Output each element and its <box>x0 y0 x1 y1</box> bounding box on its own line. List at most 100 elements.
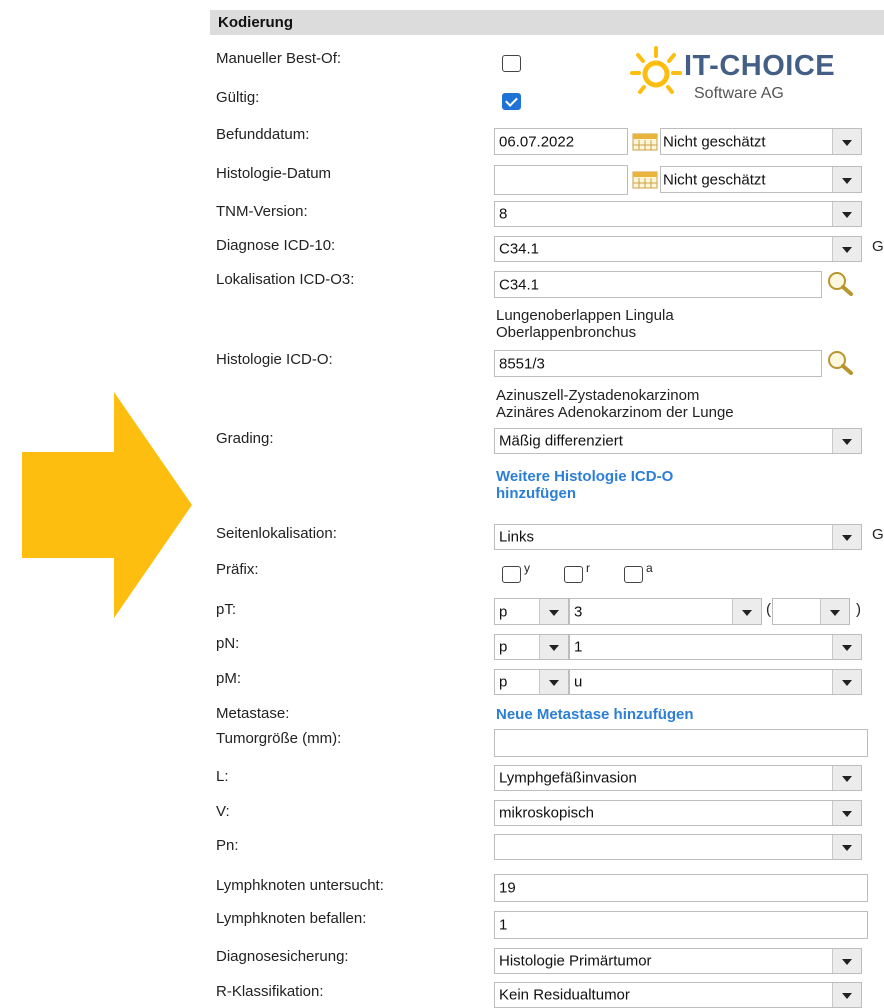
r-klassifikation-select[interactable]: Kein Residualtumor <box>494 982 862 1008</box>
chevron-down-icon[interactable] <box>832 525 861 549</box>
chevron-down-icon[interactable] <box>832 237 861 261</box>
lk-befallen-input[interactable]: 1 <box>494 911 868 939</box>
grading-select[interactable]: Mäßig differenziert <box>494 428 862 454</box>
pn-prefix-value: p <box>499 638 508 656</box>
neue-metastase-link[interactable]: Neue Metastase hinzufügen <box>496 706 694 723</box>
pt-paren-open: ( <box>766 601 771 618</box>
label-tnm-version: TNM-Version: <box>216 203 308 220</box>
label-grading: Grading: <box>216 430 274 447</box>
histologie-description-line2: Azinäres Adenokarzinom der Lunge <box>496 404 734 421</box>
histologie-value: 8551/3 <box>499 355 545 372</box>
praefix-a-label: a <box>646 561 653 575</box>
label-befunddatum: Befunddatum: <box>216 126 310 143</box>
v-select[interactable]: mikroskopisch <box>494 800 862 826</box>
label-diagnose: Diagnose ICD-10: <box>216 237 336 254</box>
pt-extra-select[interactable] <box>772 598 850 625</box>
chevron-down-icon[interactable] <box>832 766 861 790</box>
pm-value-select[interactable]: u <box>569 669 862 695</box>
label-lokalisation: Lokalisation ICD-O3: <box>216 271 355 288</box>
chevron-down-icon[interactable] <box>832 167 861 192</box>
weitere-histologie-link-line2[interactable]: hinzufügen <box>496 485 576 502</box>
search-icon[interactable] <box>826 270 854 296</box>
lk-befallen-value: 1 <box>499 916 508 934</box>
chevron-down-icon[interactable] <box>832 129 861 154</box>
chevron-down-icon[interactable] <box>832 429 861 453</box>
praefix-y-label: y <box>524 561 530 575</box>
pt-prefix-value: p <box>499 603 508 620</box>
logo-subtitle: Software AG <box>694 85 784 102</box>
label-r-klassifikation: R-Klassifikation: <box>216 983 324 1000</box>
seitenlokalisation-value: Links <box>499 528 535 546</box>
pt-value: 3 <box>574 603 583 620</box>
lokalisation-description-line2: Oberlappenbronchus <box>496 324 637 341</box>
label-lk-befallen: Lymphknoten befallen: <box>216 910 367 927</box>
weitere-histologie-link[interactable]: Weitere Histologie ICD-O <box>496 468 673 485</box>
chevron-down-icon[interactable] <box>539 599 568 624</box>
label-histologie: Histologie ICD-O: <box>216 351 333 368</box>
chevron-down-icon[interactable] <box>539 670 568 694</box>
search-icon[interactable] <box>826 349 854 375</box>
pn-prefix-select[interactable]: p <box>494 634 569 660</box>
histologie-schaetzung-select[interactable]: Nicht geschätzt <box>660 166 862 193</box>
checkbox-praefix-y[interactable] <box>502 566 521 583</box>
lokalisation-input[interactable]: C34.1 <box>494 271 822 298</box>
tumorgroesse-input[interactable] <box>494 729 868 757</box>
diagnosesicherung-value: Histologie Primärtumor <box>499 952 652 970</box>
pt-prefix-select[interactable]: p <box>494 598 569 625</box>
company-logo: IT-CHOICE Software AG <box>622 40 884 108</box>
chevron-down-icon[interactable] <box>832 670 861 694</box>
lokalisation-value: C34.1 <box>499 276 540 293</box>
chevron-down-icon[interactable] <box>832 835 861 859</box>
l-select[interactable]: Lymphgefäßinvasion <box>494 765 862 791</box>
label-pm: pM: <box>216 670 242 687</box>
histologie-datum-input[interactable] <box>494 165 628 195</box>
chevron-down-icon[interactable] <box>820 599 849 624</box>
lokalisation-description-line1: Lungenoberlappen Lingula <box>496 307 674 324</box>
grading-value: Mäßig differenziert <box>499 432 623 450</box>
label-l: L: <box>216 768 229 785</box>
checkbox-praefix-r[interactable] <box>564 566 583 583</box>
checkbox-gueltig[interactable] <box>502 93 521 110</box>
calendar-icon[interactable] <box>632 131 658 151</box>
tnm-version-select[interactable]: 8 <box>494 201 862 227</box>
label-gueltig: Gültig: <box>216 89 260 106</box>
histologie-input[interactable]: 8551/3 <box>494 350 822 377</box>
lk-untersucht-input[interactable]: 19 <box>494 874 868 902</box>
label-pn2: Pn: <box>216 837 239 854</box>
befund-schaetzung-select[interactable]: Nicht geschätzt <box>660 128 862 155</box>
diagnose-value: C34.1 <box>499 240 540 258</box>
chevron-down-icon[interactable] <box>832 949 861 973</box>
label-pn: pN: <box>216 635 240 652</box>
section-header: Kodierung <box>210 10 884 35</box>
chevron-down-icon[interactable] <box>732 599 761 624</box>
pm-prefix-select[interactable]: p <box>494 669 569 695</box>
r-klassifikation-value: Kein Residualtumor <box>499 986 630 1004</box>
chevron-down-icon[interactable] <box>832 801 861 825</box>
label-lk-untersucht: Lymphknoten untersucht: <box>216 877 384 894</box>
pt-value-select[interactable]: 3 <box>569 598 762 625</box>
checkbox-praefix-a[interactable] <box>624 566 643 583</box>
tnm-version-value: 8 <box>499 205 508 223</box>
v-value: mikroskopisch <box>499 804 595 822</box>
histologie-schaetzung-value: Nicht geschätzt <box>663 171 766 188</box>
logo-name: IT-CHOICE <box>684 50 836 82</box>
checkbox-manueller-best-of[interactable] <box>502 55 521 72</box>
pn-value-select[interactable]: 1 <box>569 634 862 660</box>
pm-prefix-value: p <box>499 673 508 691</box>
section-title: Kodierung <box>218 14 293 31</box>
praefix-r-label: r <box>586 561 590 575</box>
pn2-select[interactable] <box>494 834 862 860</box>
befunddatum-input[interactable]: 06.07.2022 <box>494 128 628 155</box>
arrow-shape <box>22 392 192 618</box>
label-diagnosesicherung: Diagnosesicherung: <box>216 948 349 965</box>
chevron-down-icon[interactable] <box>832 202 861 226</box>
seitenlokalisation-select[interactable]: Links <box>494 524 862 550</box>
calendar-icon[interactable] <box>632 169 658 189</box>
diagnosesicherung-select[interactable]: Histologie Primärtumor <box>494 948 862 974</box>
chevron-down-icon[interactable] <box>539 635 568 659</box>
diagnose-select[interactable]: C34.1 <box>494 236 862 262</box>
chevron-down-icon[interactable] <box>832 635 861 659</box>
l-value: Lymphgefäßinvasion <box>499 769 637 787</box>
label-metastase: Metastase: <box>216 705 290 722</box>
chevron-down-icon[interactable] <box>832 983 861 1007</box>
